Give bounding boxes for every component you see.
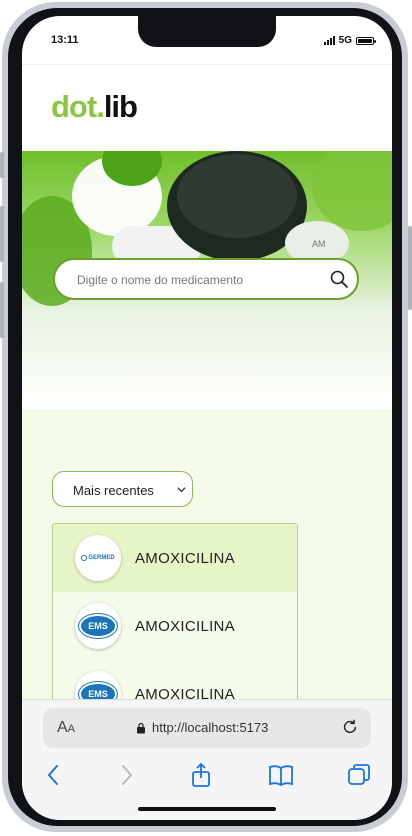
notch (138, 16, 276, 47)
brand-logo-germed: GERMED (75, 535, 121, 581)
back-icon[interactable] (41, 762, 67, 788)
list-item[interactable]: GERMED AMOXICILINA (53, 524, 297, 592)
list-item[interactable]: EMS AMOXICILINA (53, 592, 297, 660)
hero-banner: AM Digite o nome do medicamento (22, 151, 392, 409)
url-text: http://localhost:5173 (152, 720, 269, 735)
network-label: 5G (338, 35, 352, 46)
status-time: 13:11 (51, 34, 79, 46)
logo-lib: lib (103, 89, 138, 124)
results-section: Mais recentes GERMED AMOXICILINA EMS AMO… (22, 409, 392, 705)
browser-nav (22, 762, 392, 792)
mute-switch (0, 152, 4, 178)
logo-dot: dot. (51, 89, 105, 124)
app-logo[interactable]: dot.lib (51, 89, 138, 125)
screen: 13:11 5G dot.lib AM Digite o nome do med… (22, 16, 392, 820)
signal-icon (323, 36, 335, 45)
address-bar[interactable]: AA http://localhost:5173 (43, 708, 371, 748)
bookmarks-icon[interactable] (268, 762, 294, 788)
url-display[interactable]: http://localhost:5173 (136, 720, 268, 735)
tabs-icon[interactable] (346, 762, 372, 788)
battery-icon (356, 36, 376, 45)
volume-up-button (0, 206, 4, 262)
brand-logo-ems: EMS (75, 603, 121, 649)
search-input[interactable]: Digite o nome do medicamento (77, 273, 243, 287)
app-header: dot.lib (22, 64, 392, 152)
power-button (408, 226, 412, 310)
medicine-name: AMOXICILINA (135, 618, 235, 635)
medicine-list: GERMED AMOXICILINA EMS AMOXICILINA EMS A… (52, 523, 298, 705)
browser-toolbar: AA http://localhost:5173 (22, 699, 392, 820)
forward-icon[interactable] (113, 762, 139, 788)
search-bar[interactable]: Digite o nome do medicamento (53, 258, 359, 300)
share-icon[interactable] (188, 762, 214, 788)
sort-select[interactable]: Mais recentes (52, 471, 193, 507)
medicine-name: AMOXICILINA (135, 550, 235, 567)
chevron-down-icon (177, 487, 186, 493)
volume-down-button (0, 282, 4, 338)
sort-select-value: Mais recentes (73, 483, 154, 498)
home-indicator (138, 807, 276, 811)
reload-icon[interactable] (341, 718, 359, 736)
status-indicators: 5G (323, 35, 376, 46)
svg-text:AM: AM (312, 239, 326, 249)
lock-icon (137, 722, 145, 733)
text-size-button[interactable]: AA (57, 719, 75, 737)
search-icon[interactable] (329, 269, 349, 289)
